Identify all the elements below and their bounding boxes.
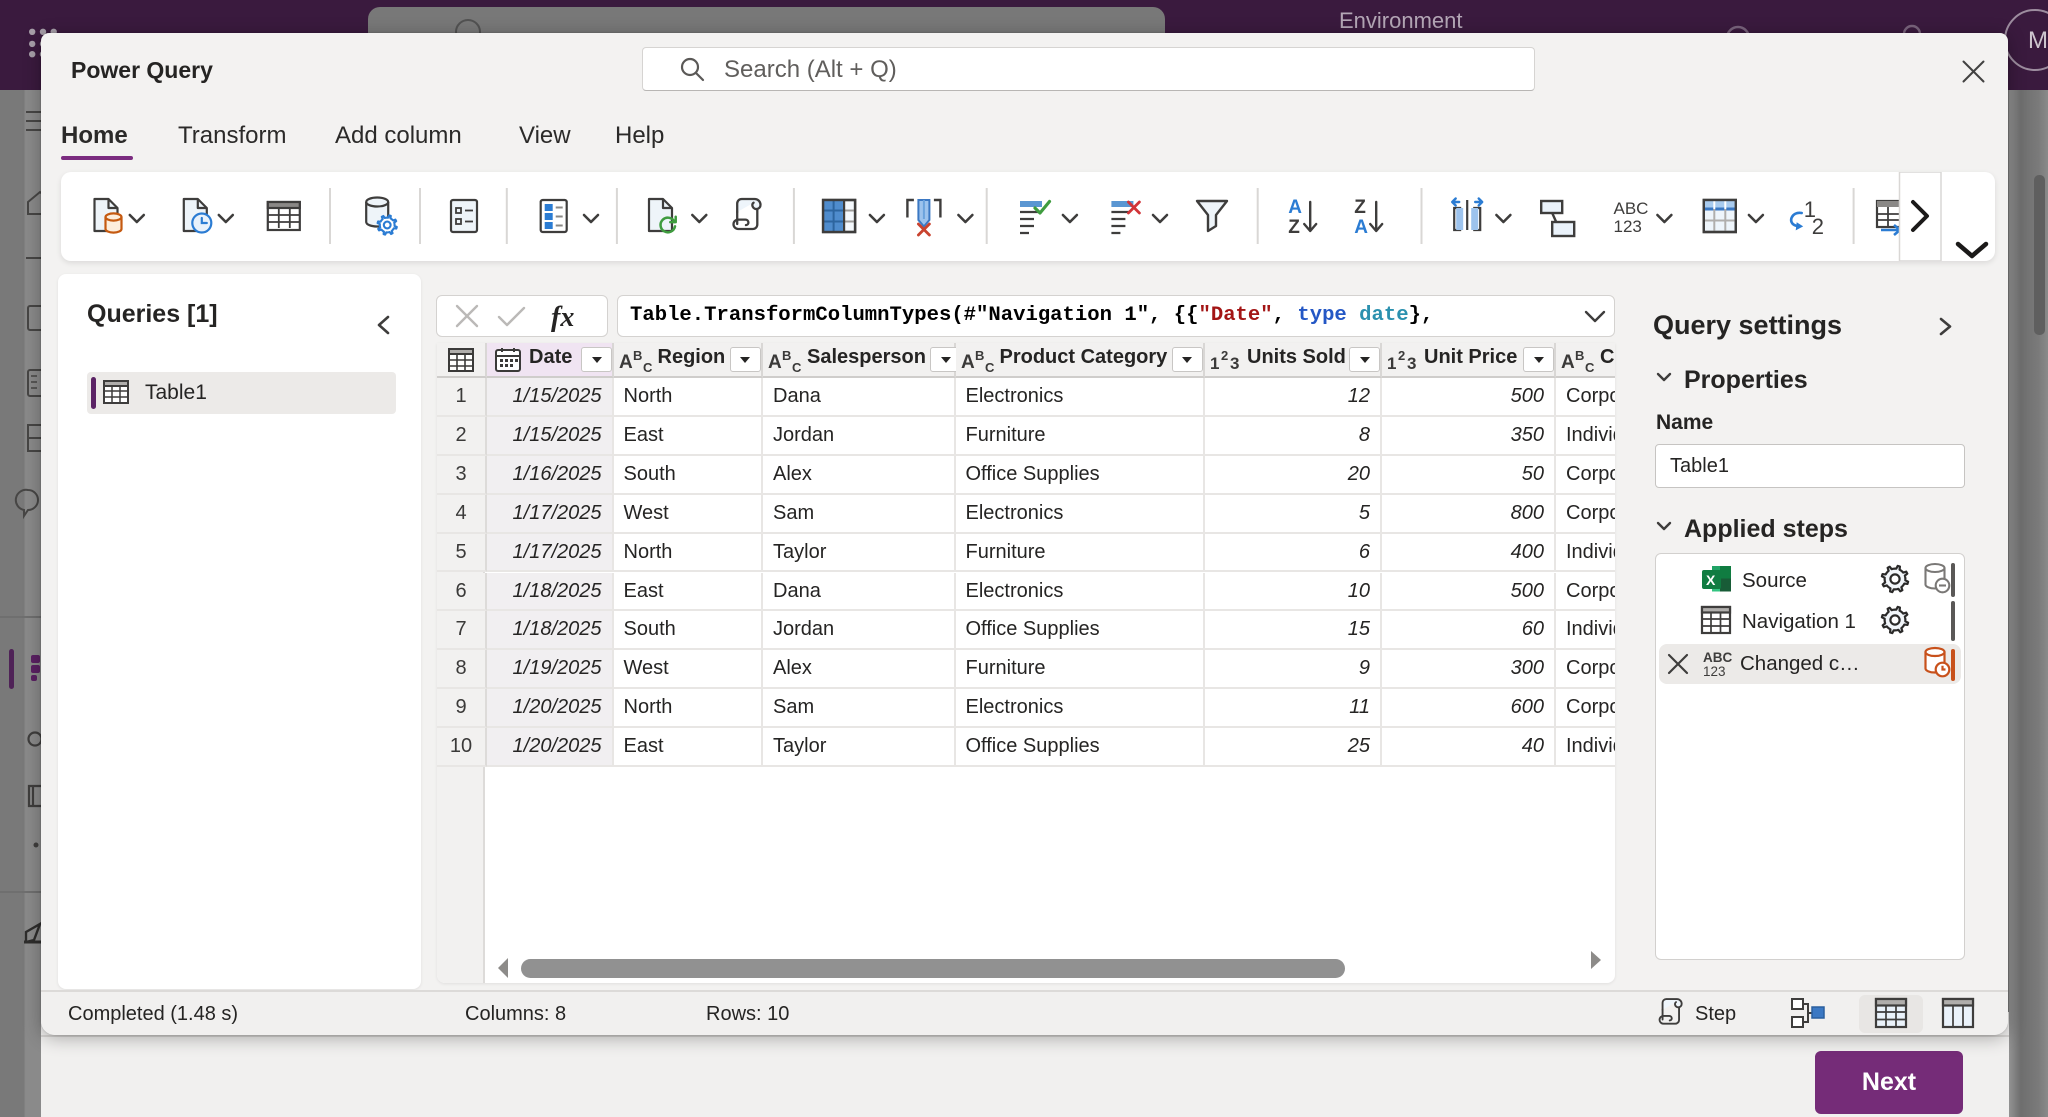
svg-text:Z: Z [1288,217,1300,238]
svg-text:3: 3 [1230,354,1239,373]
svg-text:ABC: ABC [1614,199,1649,218]
svg-text:A: A [1354,217,1368,238]
svg-text:A: A [1288,197,1302,218]
svg-text:C: C [985,360,995,375]
svg-text:1: 1 [1210,354,1219,373]
svg-text:C: C [792,360,802,375]
svg-text:B: B [782,348,791,363]
svg-text:2: 2 [1221,348,1228,363]
svg-text:X: X [1706,572,1716,588]
svg-text:fx: fx [551,302,574,333]
svg-text:C: C [1585,360,1595,375]
svg-text:A: A [1561,352,1575,373]
svg-text:C: C [643,360,653,375]
svg-text:A: A [768,352,782,373]
svg-text:ABC: ABC [1703,650,1732,665]
svg-text:1: 1 [1387,354,1396,373]
svg-text:123: 123 [1614,217,1642,236]
svg-text:2: 2 [1812,214,1824,239]
svg-text:123: 123 [1703,664,1726,679]
svg-text:3: 3 [1407,354,1416,373]
svg-text:2: 2 [1398,348,1405,363]
svg-text:A: A [619,352,633,373]
svg-text:Z: Z [1354,197,1366,218]
svg-text:B: B [1575,348,1584,363]
svg-text:A: A [961,352,975,373]
svg-text:B: B [975,348,984,363]
svg-text:B: B [633,348,642,363]
